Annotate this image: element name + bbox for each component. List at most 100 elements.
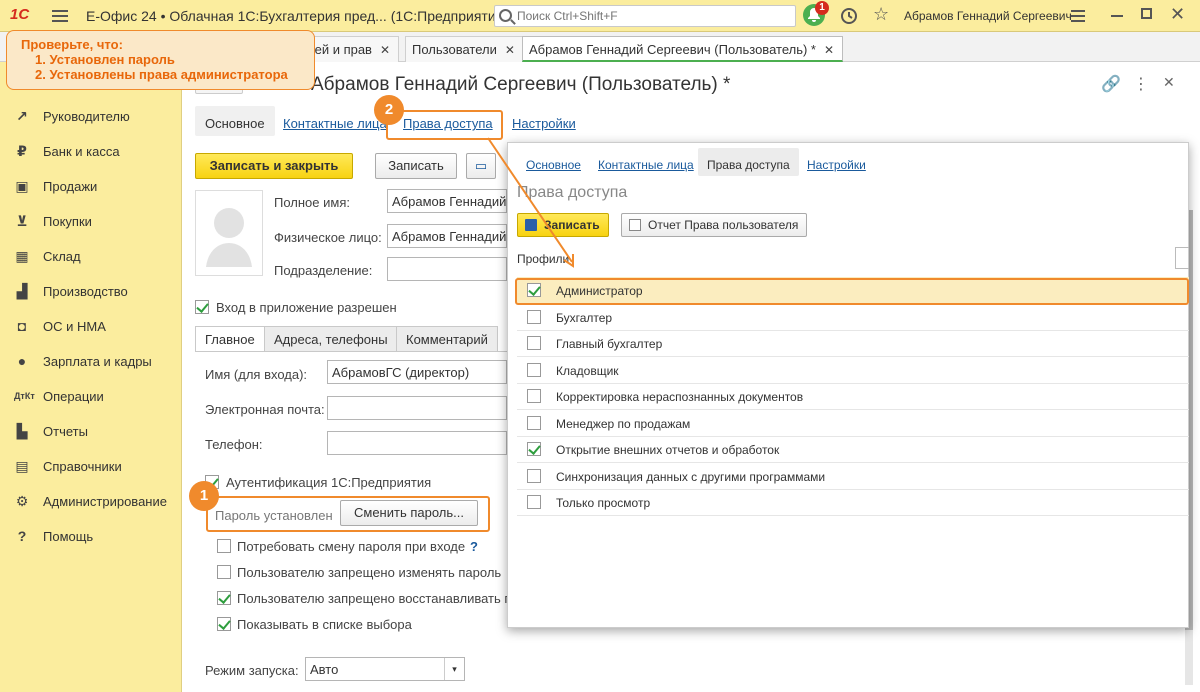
search-input[interactable] bbox=[517, 6, 787, 26]
sidebar-item-assets[interactable]: ◘ ОС и НМА bbox=[0, 312, 182, 342]
panel-title: Права доступа bbox=[517, 184, 628, 201]
marker-one: 1 bbox=[189, 481, 219, 511]
sidebar-item-catalogs[interactable]: ▤ Справочники bbox=[0, 452, 182, 482]
window-tab-user-card[interactable]: Абрамов Геннадий Сергеевич (Пользователь… bbox=[522, 36, 844, 62]
close-tab-icon[interactable]: ✕ bbox=[505, 43, 515, 57]
launch-mode-value: Авто bbox=[310, 662, 339, 677]
panel-tab-main[interactable]: Основное bbox=[517, 148, 590, 176]
profile-label: Кладовщик bbox=[556, 364, 619, 378]
deny-restore-checkbox[interactable] bbox=[217, 591, 231, 605]
close-tab-icon[interactable]: ✕ bbox=[824, 43, 834, 57]
profile-row[interactable]: Синхронизация данных с другими программа… bbox=[517, 463, 1189, 490]
profiles-search-field[interactable] bbox=[1175, 247, 1189, 269]
main-menu-icon[interactable] bbox=[52, 7, 68, 23]
profile-label: Корректировка нераспознанных документов bbox=[556, 390, 804, 404]
factory-icon: ▟ bbox=[16, 283, 28, 299]
search-box[interactable] bbox=[494, 5, 796, 27]
search-icon bbox=[499, 9, 512, 22]
tab-settings[interactable]: Настройки bbox=[502, 106, 586, 136]
sidebar-item-operations[interactable]: ДтКт Операции bbox=[0, 382, 182, 412]
sidebar-item-help[interactable]: ? Помощь bbox=[0, 522, 182, 552]
profile-checkbox[interactable] bbox=[527, 389, 541, 403]
sidebar-item-purchases[interactable]: ⊻ Покупки bbox=[0, 207, 182, 237]
profile-row[interactable]: Бухгалтер bbox=[517, 304, 1189, 331]
close-tab-icon[interactable]: ✕ bbox=[380, 43, 390, 57]
more-icon[interactable]: ⋮ bbox=[1133, 74, 1149, 94]
profile-checkbox[interactable] bbox=[527, 363, 541, 377]
deny-change-label: Пользователю запрещено изменять пароль bbox=[237, 565, 502, 580]
profile-checkbox[interactable] bbox=[527, 416, 541, 430]
department-label: Подразделение: bbox=[274, 263, 373, 278]
panel-tab-settings[interactable]: Настройки bbox=[798, 148, 875, 176]
deny-change-checkbox[interactable] bbox=[217, 565, 231, 579]
save-close-button[interactable]: Записать и закрыть bbox=[195, 153, 353, 179]
rights-tab-highlight bbox=[386, 110, 503, 140]
profile-row[interactable]: Кладовщик bbox=[517, 357, 1189, 384]
profile-checkbox[interactable] bbox=[527, 495, 541, 509]
help-question-icon[interactable]: ? bbox=[470, 539, 478, 554]
profile-row[interactable]: Корректировка нераспознанных документов bbox=[517, 383, 1189, 410]
bar-chart-icon: ▙ bbox=[16, 423, 28, 439]
minimize-icon[interactable] bbox=[1111, 15, 1123, 17]
sidebar-item-sales[interactable]: ▣ Продажи bbox=[0, 172, 182, 202]
floppy-disk-icon bbox=[525, 219, 537, 231]
subtab-addresses[interactable]: Адреса, телефоны bbox=[264, 326, 398, 352]
launch-mode-label: Режим запуска: bbox=[205, 663, 299, 678]
login-name-field[interactable]: АбрамовГС (директор) bbox=[327, 360, 507, 384]
favorites-star-icon[interactable]: ☆ bbox=[873, 5, 889, 23]
full-name-field[interactable]: Абрамов Геннадий bbox=[387, 189, 507, 213]
launch-mode-select[interactable]: Авто ▾ bbox=[305, 657, 465, 681]
sidebar-item-salary[interactable]: ● Зарплата и кадры bbox=[0, 347, 182, 377]
profile-checkbox[interactable] bbox=[527, 310, 541, 324]
sidebar-item-production[interactable]: ▟ Производство bbox=[0, 277, 182, 307]
subtab-main[interactable]: Главное bbox=[195, 326, 265, 352]
profile-row[interactable]: Только просмотр bbox=[517, 489, 1189, 516]
panel-tab-rights[interactable]: Права доступа bbox=[698, 148, 799, 176]
close-window-icon[interactable]: ✕ bbox=[1170, 4, 1185, 24]
maximize-icon[interactable] bbox=[1141, 8, 1152, 19]
panel-tab-contacts[interactable]: Контактные лица bbox=[589, 148, 703, 176]
sidebar-item-admin[interactable]: ⚙ Администрирование bbox=[0, 487, 182, 517]
save-button[interactable]: Записать bbox=[375, 153, 457, 179]
comment-button[interactable]: ▭ bbox=[466, 153, 496, 179]
department-field[interactable] bbox=[387, 257, 507, 281]
email-field[interactable] bbox=[327, 396, 507, 420]
profile-label: Бухгалтер bbox=[556, 311, 613, 325]
user-photo[interactable] bbox=[195, 190, 263, 276]
person-field[interactable]: Абрамов Геннадий bbox=[387, 224, 507, 248]
subtab-comment[interactable]: Комментарий bbox=[396, 326, 498, 352]
login-allowed-checkbox[interactable] bbox=[195, 300, 209, 314]
deny-restore-label: Пользователю запрещено восстанавливать п bbox=[237, 591, 512, 606]
sidebar-item-reports[interactable]: ▙ Отчеты bbox=[0, 417, 182, 447]
user-name[interactable]: Абрамов Геннадий Сергеевич bbox=[904, 9, 1072, 23]
sidebar-item-bank[interactable]: ₽ Банк и касса bbox=[0, 137, 182, 167]
debit-credit-icon: ДтКт bbox=[14, 391, 35, 401]
profile-checkbox[interactable] bbox=[527, 336, 541, 350]
window-tab-users[interactable]: Пользователи ✕ bbox=[405, 36, 524, 62]
cart-icon: ⊻ bbox=[16, 213, 28, 229]
phone-label: Телефон: bbox=[205, 437, 263, 452]
settings-menu-icon[interactable] bbox=[1071, 7, 1085, 25]
profile-checkbox[interactable] bbox=[527, 469, 541, 483]
link-icon[interactable]: 🔗 bbox=[1101, 74, 1121, 94]
close-form-icon[interactable]: ✕ bbox=[1163, 74, 1175, 91]
dropdown-arrow-icon[interactable]: ▾ bbox=[444, 658, 464, 680]
phone-field[interactable] bbox=[327, 431, 507, 455]
panel-save-button[interactable]: Записать bbox=[517, 213, 609, 237]
bag-icon: ▣ bbox=[15, 178, 29, 194]
profile-row[interactable]: Открытие внешних отчетов и обработок bbox=[517, 436, 1189, 463]
sidebar-item-warehouse[interactable]: ▦ Склад bbox=[0, 242, 182, 272]
change-password-button[interactable]: Сменить пароль... bbox=[340, 500, 478, 526]
rights-report-button[interactable]: Отчет Права пользователя bbox=[621, 213, 808, 237]
callout-heading: Проверьте, что: bbox=[21, 37, 123, 52]
history-icon[interactable] bbox=[840, 7, 858, 28]
show-in-list-checkbox[interactable] bbox=[217, 617, 231, 631]
profile-label: Главный бухгалтер bbox=[556, 337, 663, 351]
tab-main[interactable]: Основное bbox=[195, 106, 275, 136]
window-tab-label: Пользователи bbox=[412, 42, 497, 57]
sidebar-item-manager[interactable]: ↗ Руководителю bbox=[0, 102, 182, 132]
profile-row[interactable]: Менеджер по продажам bbox=[517, 410, 1189, 437]
require-change-checkbox[interactable] bbox=[217, 539, 231, 553]
profile-checkbox[interactable] bbox=[527, 442, 541, 456]
profile-row[interactable]: Главный бухгалтер bbox=[517, 330, 1189, 357]
